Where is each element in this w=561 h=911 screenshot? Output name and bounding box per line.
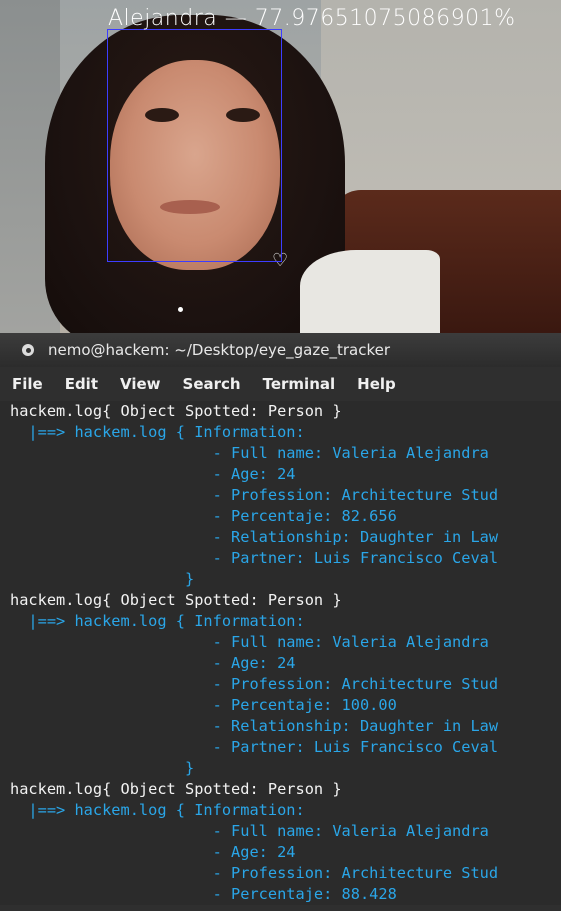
person-shirt: [300, 250, 440, 333]
log-line: - Percentaje: 100.00: [10, 696, 397, 714]
log-line: - Relationship: Daughter in Law: [10, 528, 499, 546]
title-bar: nemo@hackem: ~/Desktop/eye_gaze_tracker: [0, 333, 561, 367]
log-line: - Full name: Valeria Alejandra: [10, 633, 499, 651]
face-detection-label: Alejandra — 77.97651075086901%: [108, 6, 516, 31]
camera-feed: ♡ Alejandra — 77.97651075086901%: [0, 0, 561, 333]
gaze-point: [178, 307, 183, 312]
face-detection-box: [107, 29, 282, 262]
log-line: hackem.log{ Object Spotted: Person }: [10, 780, 342, 798]
log-line: - Profession: Architecture Stud: [10, 864, 499, 882]
menu-view[interactable]: View: [120, 375, 161, 393]
menu-search[interactable]: Search: [183, 375, 241, 393]
log-line: - Profession: Architecture Stud: [10, 675, 499, 693]
menu-help[interactable]: Help: [357, 375, 396, 393]
log-line: - Profession: Architecture Stud: [10, 486, 499, 504]
log-line: hackem.log{ Object Spotted: Person }: [10, 591, 342, 609]
close-icon: [25, 347, 31, 353]
log-line: - Age: 24: [10, 843, 296, 861]
log-line: - Full name: Valeria Alejandra: [10, 822, 499, 840]
log-line: - Full name: Valeria Alejandra: [10, 444, 499, 462]
menu-terminal[interactable]: Terminal: [263, 375, 336, 393]
terminal-output[interactable]: hackem.log{ Object Spotted: Person } |==…: [0, 401, 561, 905]
log-line: }: [10, 570, 195, 588]
menu-bar: File Edit View Search Terminal Help: [0, 367, 561, 401]
close-window-button[interactable]: [22, 344, 34, 356]
log-line: |==> hackem.log { Information:: [10, 612, 305, 630]
log-line: - Percentaje: 82.656: [10, 507, 397, 525]
log-line: |==> hackem.log { Information:: [10, 801, 305, 819]
terminal-window: nemo@hackem: ~/Desktop/eye_gaze_tracker …: [0, 333, 561, 911]
menu-file[interactable]: File: [12, 375, 43, 393]
log-line: - Relationship: Daughter in Law: [10, 717, 499, 735]
log-line: hackem.log{ Object Spotted: Person }: [10, 402, 342, 420]
log-line: - Age: 24: [10, 654, 296, 672]
log-line: - Percentaje: 88.428: [10, 885, 397, 903]
menu-edit[interactable]: Edit: [65, 375, 98, 393]
log-line: - Age: 24: [10, 465, 296, 483]
window-title: nemo@hackem: ~/Desktop/eye_gaze_tracker: [48, 341, 391, 359]
log-line: |==> hackem.log { Information:: [10, 423, 305, 441]
log-line: - Partner: Luis Francisco Ceval: [10, 738, 499, 756]
log-line: }: [10, 759, 195, 777]
log-line: - Partner: Luis Francisco Ceval: [10, 549, 499, 567]
